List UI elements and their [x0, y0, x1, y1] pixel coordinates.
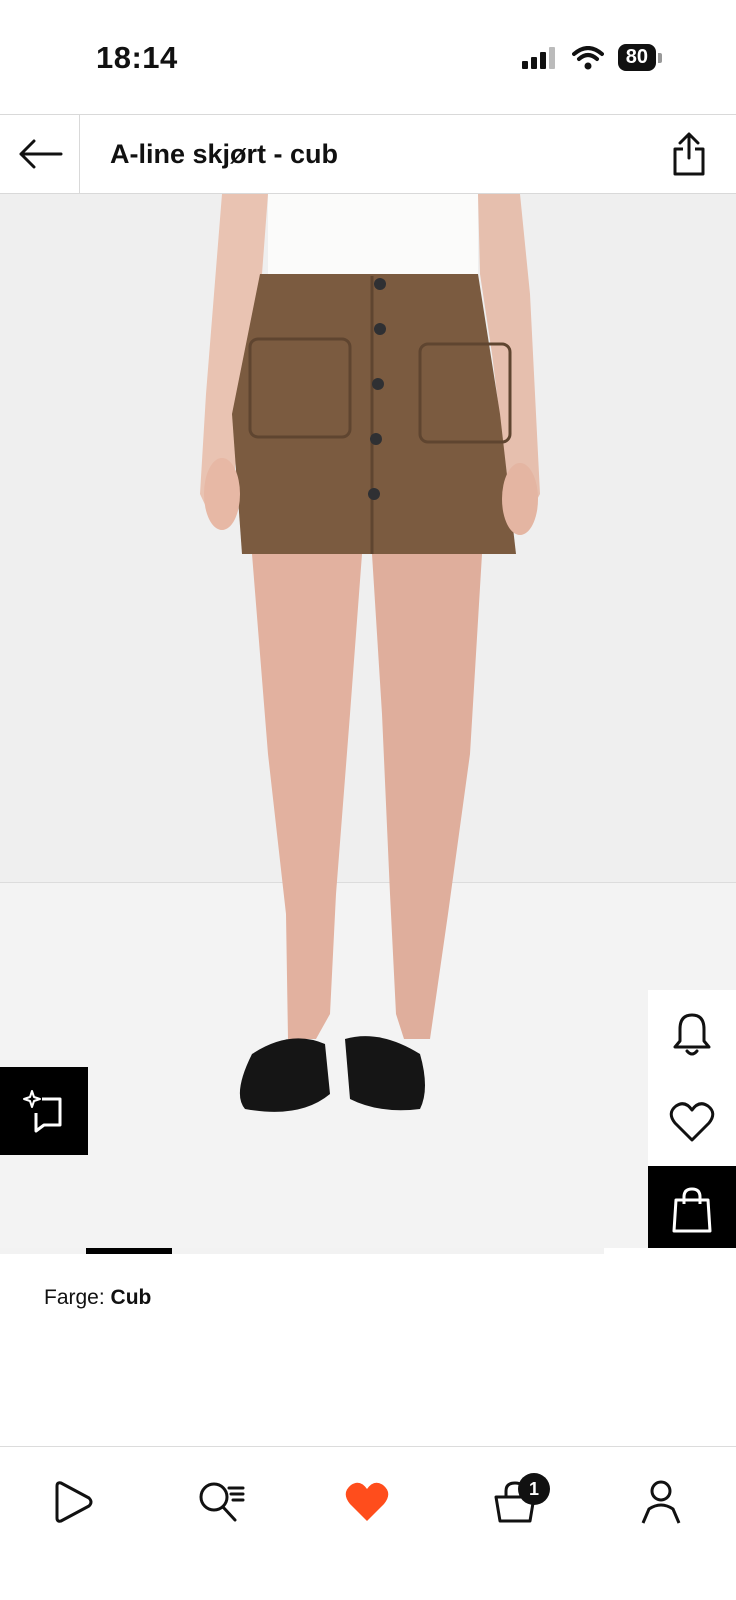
back-button[interactable] [0, 115, 80, 193]
page-title: A-line skjørt - cub [110, 139, 339, 169]
add-to-bag-button[interactable] [648, 1166, 736, 1248]
bottom-navigation: 1 [0, 1446, 736, 1600]
status-icons: 80 [521, 44, 663, 71]
nav-cart[interactable]: 1 [480, 1467, 550, 1537]
visual-search-button[interactable] [0, 1067, 88, 1155]
arrow-left-icon [19, 139, 62, 169]
heart-filled-icon [345, 1482, 389, 1521]
home-indicator [0, 1579, 736, 1600]
color-label-prefix: Farge: [44, 1286, 105, 1309]
product-image[interactable] [0, 194, 736, 1248]
selected-color-name: Cub [110, 1286, 152, 1309]
shopping-bag-icon [672, 1187, 712, 1233]
product-side-actions [648, 990, 736, 1248]
cellular-signal-icon [521, 46, 555, 69]
wifi-icon [571, 45, 604, 69]
cart-count-badge: 1 [518, 1473, 550, 1505]
top-app-bar: A-line skjørt - cub [0, 114, 736, 194]
nav-search[interactable] [186, 1467, 256, 1537]
notify-button[interactable] [648, 990, 736, 1078]
color-label: Farge: Cub [44, 1286, 151, 1310]
favorite-button[interactable] [648, 1078, 736, 1166]
status-bar: 18:14 80 [0, 0, 736, 114]
image-carousel-indicator [0, 1248, 604, 1254]
nav-home[interactable] [38, 1467, 108, 1537]
user-icon [641, 1480, 681, 1524]
share-button[interactable] [664, 129, 714, 179]
product-photo [200, 194, 540, 1112]
play-logo-icon [55, 1481, 93, 1523]
battery-indicator: 80 [617, 44, 663, 71]
share-icon [673, 132, 705, 176]
sparkle-crop-icon [23, 1090, 62, 1133]
nav-account[interactable] [626, 1467, 696, 1537]
search-list-icon [199, 1482, 245, 1522]
bell-icon [673, 1013, 711, 1056]
status-time: 18:14 [96, 40, 178, 75]
image-carousel-active-segment [86, 1248, 172, 1254]
nav-favorites[interactable] [332, 1467, 402, 1537]
heart-icon [669, 1102, 715, 1142]
